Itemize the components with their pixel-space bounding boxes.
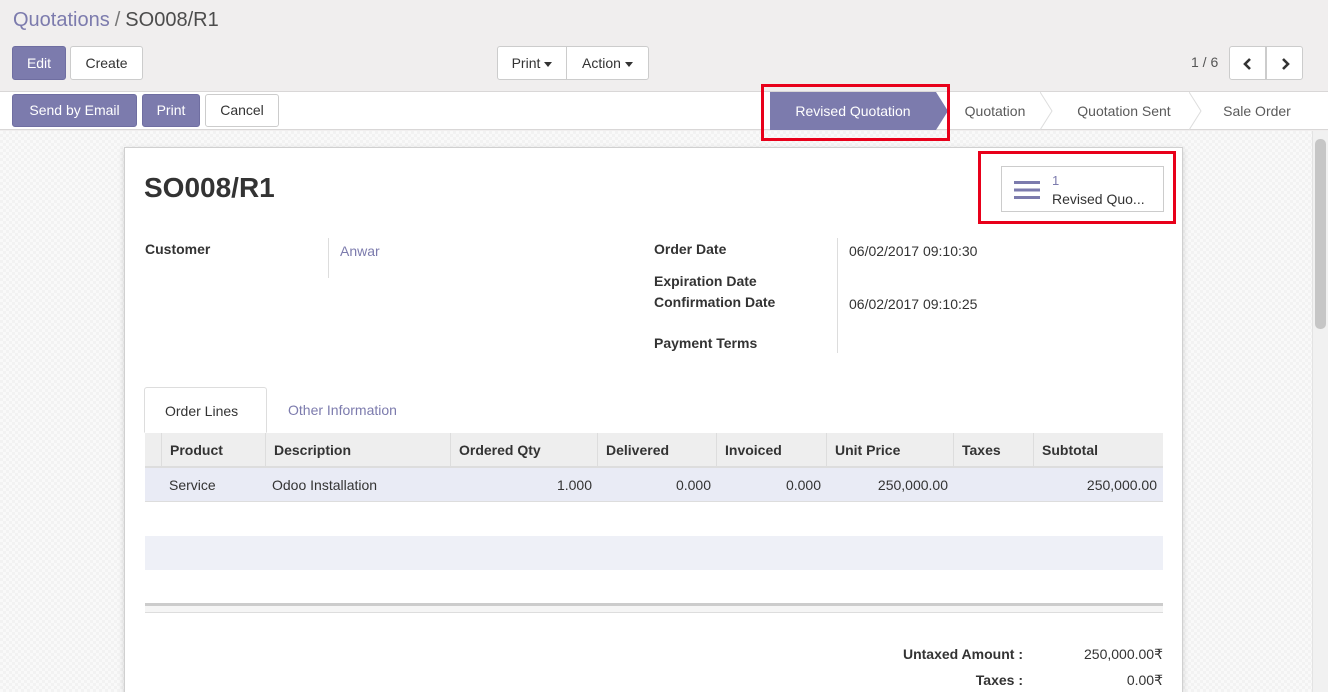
confirmation-date-label: Confirmation Date <box>654 294 776 310</box>
pager-next-button[interactable] <box>1266 46 1303 80</box>
cell-subtotal: 250,000.00 <box>1086 477 1157 493</box>
smart-button-label: Revised Quo... <box>1052 191 1145 207</box>
cell-product: Service <box>169 477 216 493</box>
chevron-left-icon <box>1243 58 1251 70</box>
customer-field[interactable]: Anwar <box>340 243 380 259</box>
column-header-subtotal[interactable]: Subtotal <box>1033 433 1163 468</box>
stage-sale-order[interactable]: Sale Order <box>1204 92 1310 130</box>
breadcrumb-quotations-link[interactable]: Quotations <box>13 9 110 31</box>
order-date-field[interactable]: 06/02/2017 09:10:30 <box>849 243 977 259</box>
taxes-label: Taxes : <box>975 672 1023 688</box>
cancel-button[interactable]: Cancel <box>205 94 279 127</box>
untaxed-amount-value: 250,000.00₹ <box>1084 646 1163 662</box>
order-date-label: Order Date <box>654 241 727 257</box>
tab-order-lines[interactable]: Order Lines <box>144 387 267 433</box>
field-divider <box>328 238 329 278</box>
column-header-product[interactable]: Product <box>161 433 265 468</box>
expiration-date-label: Expiration Date <box>654 273 757 289</box>
control-panel: Quotations / SO008/R1 Edit Create Print Ac… <box>0 0 1328 92</box>
vertical-scrollbar[interactable] <box>1312 131 1328 692</box>
customer-label: Customer <box>145 241 211 257</box>
stage-quotation-sent[interactable]: Quotation Sent <box>1054 92 1194 130</box>
cell-delivered: 0.000 <box>675 477 711 493</box>
record-title: SO008/R1 <box>144 172 275 203</box>
stage-separator-icon <box>1189 92 1202 130</box>
breadcrumb-current: SO008/R1 <box>125 9 219 31</box>
stage-separator-icon <box>1040 92 1053 130</box>
list-icon <box>1014 181 1040 199</box>
caret-down-icon <box>624 61 633 67</box>
empty-row <box>145 502 1163 536</box>
confirmation-date-field[interactable]: 06/02/2017 09:10:25 <box>849 296 977 312</box>
statusbar: Send by Email Print Cancel Revised Quota… <box>0 92 1328 130</box>
untaxed-amount-label: Untaxed Amount : <box>902 646 1023 662</box>
stage-quotation[interactable]: Quotation <box>950 92 1040 130</box>
payment-terms-label: Payment Terms <box>654 335 758 351</box>
edit-button[interactable]: Edit <box>12 46 66 80</box>
tab-other-information[interactable]: Other Information <box>268 387 417 433</box>
pager-value[interactable]: 1 / 6 <box>1191 54 1218 70</box>
print-dropdown-label: Print <box>511 55 541 71</box>
send-by-email-button[interactable]: Send by Email <box>12 94 137 127</box>
breadcrumb-separator: / <box>114 9 121 31</box>
column-header-delivered[interactable]: Delivered <box>597 433 716 468</box>
stage-revised-quotation[interactable]: Revised Quotation <box>770 92 936 130</box>
chevron-right-icon <box>1282 58 1290 70</box>
column-header-invoiced[interactable]: Invoiced <box>716 433 826 468</box>
cell-description: Odoo Installation <box>272 477 378 493</box>
smart-button-count: 1 <box>1052 173 1060 188</box>
cell-invoiced: 0.000 <box>785 477 821 493</box>
empty-row <box>145 570 1163 604</box>
action-dropdown-label: Action <box>582 55 621 71</box>
column-header-unit-price[interactable]: Unit Price <box>826 433 953 468</box>
cell-ordered-qty: 1.000 <box>556 477 592 493</box>
stage-arrow-icon <box>936 92 948 130</box>
taxes-value: 0.00₹ <box>1126 672 1163 688</box>
revised-quotations-smart-button[interactable]: 1 Revised Quo... <box>1001 166 1164 212</box>
breadcrumb: Quotations / SO008/R1 <box>13 9 219 32</box>
column-header-description[interactable]: Description <box>265 433 450 468</box>
table-footer <box>145 603 1163 613</box>
scrollbar-thumb[interactable] <box>1315 139 1326 329</box>
empty-row <box>145 536 1163 570</box>
field-divider <box>837 238 838 353</box>
create-button[interactable]: Create <box>70 46 143 80</box>
table-row[interactable]: Service Odoo Installation 1.000 0.000 0.… <box>145 468 1163 502</box>
cell-unit-price: 250,000.00 <box>877 477 948 493</box>
statusbar-print-button[interactable]: Print <box>142 94 200 127</box>
pager-previous-button[interactable] <box>1229 46 1266 80</box>
column-header-ordered-qty[interactable]: Ordered Qty <box>450 433 597 468</box>
caret-down-icon <box>544 61 553 67</box>
table-header: Product Description Ordered Qty Delivere… <box>145 433 1163 468</box>
column-header-taxes[interactable]: Taxes <box>953 433 1033 468</box>
action-dropdown-button[interactable]: Action <box>566 46 649 80</box>
print-dropdown-button[interactable]: Print <box>497 46 567 80</box>
